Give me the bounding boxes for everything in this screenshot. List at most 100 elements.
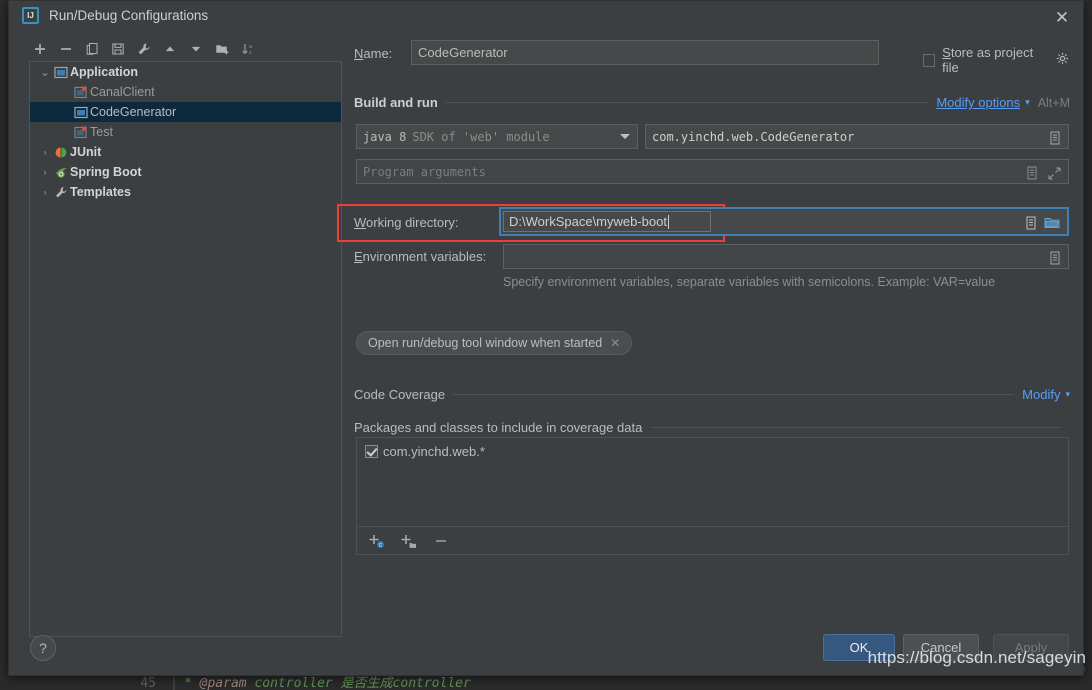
junit-icon	[52, 146, 70, 159]
add-class-button[interactable]	[399, 531, 419, 551]
environment-variables-label: Environment variables:	[354, 249, 486, 264]
working-directory-value: D:\WorkSpace\myweb-boot	[509, 214, 667, 229]
working-directory-label: Working directory:	[354, 215, 459, 230]
jre-module-combobox[interactable]: java 8 SDK of 'web' module	[356, 124, 638, 149]
store-as-project-file-label: Store as project file	[942, 45, 1045, 75]
tree-item-codegenerator[interactable]: ›CodeGenerator	[30, 102, 341, 122]
tree-item-label: Test	[90, 125, 113, 139]
close-icon[interactable]: ✕	[1049, 4, 1075, 30]
remove-configuration-button[interactable]	[53, 38, 79, 60]
expand-macro-icon[interactable]	[1023, 215, 1039, 231]
text-caret	[668, 215, 669, 229]
program-arguments-input[interactable]: Program arguments	[356, 159, 1069, 184]
chevron-down-icon[interactable]: ▾	[1025, 97, 1030, 108]
tree-item-templates[interactable]: › Templates	[30, 182, 341, 202]
tree-item-label: CodeGenerator	[90, 105, 176, 119]
modify-options-link[interactable]: Modify options	[936, 95, 1020, 110]
code-coverage-section-header: Code Coverage Modify ▾	[354, 387, 1070, 402]
sort-alphabetically-button[interactable]: az	[235, 38, 261, 60]
tree-item-spring-boot[interactable]: › Spring Boot	[30, 162, 341, 182]
expand-editor-icon[interactable]	[1046, 165, 1062, 181]
coverage-list-toolbar: C	[356, 527, 1069, 555]
remove-pattern-button[interactable]	[431, 531, 451, 551]
working-directory-input[interactable]: D:\WorkSpace\myweb-boot	[503, 211, 711, 232]
section-divider	[453, 394, 1014, 395]
store-as-project-file-row[interactable]: Store as project file	[923, 45, 1069, 75]
configuration-editor-pane: Name: CodeGenerator Store as project fil…	[353, 37, 1069, 637]
configurations-toolbar: az	[27, 37, 327, 61]
coverage-list-header: Packages and classes to include in cover…	[354, 420, 1070, 435]
intellij-idea-icon: IJ	[22, 7, 39, 24]
add-configuration-button[interactable]	[27, 38, 53, 60]
editor-javadoc-tag: @param	[200, 676, 247, 690]
help-button[interactable]: ?	[30, 635, 56, 661]
save-configuration-button[interactable]	[105, 38, 131, 60]
coverage-pattern-label: com.yinchd.web.*	[383, 444, 485, 459]
build-and-run-title: Build and run	[354, 95, 438, 110]
tree-item-label: Templates	[70, 185, 131, 199]
tree-item-test[interactable]: ›Test	[30, 122, 341, 142]
program-arguments-placeholder: Program arguments	[363, 165, 486, 179]
move-down-button[interactable]	[183, 38, 209, 60]
watermark: https://blog.csdn.net/sageyin	[868, 648, 1086, 668]
gear-icon[interactable]	[1056, 52, 1069, 68]
move-up-button[interactable]	[157, 38, 183, 60]
option-chip-open-run-debug-tool-window[interactable]: Open run/debug tool window when started …	[356, 331, 632, 355]
application-error-icon	[72, 126, 90, 139]
main-class-input[interactable]: com.yinchd.web.CodeGenerator	[645, 124, 1069, 149]
modify-options-shortcut: Alt+M	[1038, 96, 1070, 110]
dialog-title: Run/Debug Configurations	[49, 8, 208, 23]
editor-line-number: 45	[0, 676, 170, 690]
svg-text:C: C	[379, 543, 383, 549]
environment-variables-input[interactable]	[503, 244, 1069, 269]
close-icon[interactable]: ✕	[610, 336, 620, 350]
sdk-module-label: SDK of 'web' module	[412, 130, 549, 144]
name-input[interactable]: CodeGenerator	[411, 40, 879, 65]
spring-boot-icon	[52, 166, 70, 179]
coverage-pattern-checkbox[interactable]	[365, 445, 378, 458]
run-debug-configurations-dialog: IJ Run/Debug Configurations ✕ az	[8, 0, 1084, 676]
svg-text:z: z	[249, 50, 252, 56]
section-divider	[446, 102, 929, 103]
environment-variables-hint: Specify environment variables, separate …	[503, 275, 995, 289]
sdk-version-label: java 8	[363, 130, 406, 144]
coverage-modify-link[interactable]: Modify	[1022, 387, 1060, 402]
store-as-project-file-checkbox[interactable]	[923, 54, 935, 67]
tree-item-canalclient[interactable]: ›CanalClient	[30, 82, 341, 102]
chevron-down-icon[interactable]: ▾	[1065, 389, 1070, 400]
wrench-icon[interactable]	[131, 38, 157, 60]
chevron-right-icon[interactable]: ›	[38, 167, 52, 177]
tree-item-label: CanalClient	[90, 85, 155, 99]
application-error-icon	[72, 86, 90, 99]
main-class-value: com.yinchd.web.CodeGenerator	[652, 130, 854, 144]
tree-item-junit[interactable]: › JUnit	[30, 142, 341, 162]
copy-configuration-button[interactable]	[79, 38, 105, 60]
application-icon	[52, 66, 70, 79]
expand-macro-icon[interactable]	[1024, 165, 1040, 181]
configurations-tree[interactable]: ⌄Application›CanalClient›CodeGenerator›T…	[29, 61, 342, 637]
chevron-down-icon[interactable]: ⌄	[38, 66, 52, 79]
coverage-list-title: Packages and classes to include in cover…	[354, 420, 642, 435]
add-package-button[interactable]: C	[367, 531, 387, 551]
tree-item-label: JUnit	[70, 145, 101, 159]
chevron-right-icon[interactable]: ›	[38, 147, 52, 157]
chevron-right-icon[interactable]: ›	[38, 187, 52, 197]
tree-item-application[interactable]: ⌄Application	[30, 62, 341, 82]
editor-gutter-divider: |	[170, 676, 184, 690]
expand-macro-icon[interactable]	[1047, 130, 1063, 146]
editor-comment-star: *	[184, 676, 192, 690]
list-item[interactable]: com.yinchd.web.*	[365, 444, 1060, 459]
browse-folder-icon[interactable]	[1043, 215, 1061, 231]
build-and-run-section-header: Build and run Modify options ▾ Alt+M	[354, 95, 1070, 110]
dialog-titlebar: IJ Run/Debug Configurations ✕	[9, 1, 1083, 32]
new-folder-button[interactable]	[209, 38, 235, 60]
expand-macro-icon[interactable]	[1047, 250, 1063, 266]
application-icon	[72, 106, 90, 119]
section-divider	[650, 427, 1062, 428]
coverage-patterns-list[interactable]: com.yinchd.web.*	[356, 437, 1069, 527]
chevron-down-icon[interactable]	[620, 134, 630, 139]
working-directory-field-wrapper[interactable]: D:\WorkSpace\myweb-boot	[499, 207, 1069, 236]
wrench-icon	[52, 186, 70, 199]
tree-item-label: Spring Boot	[70, 165, 142, 179]
option-chip-label: Open run/debug tool window when started	[368, 336, 602, 350]
